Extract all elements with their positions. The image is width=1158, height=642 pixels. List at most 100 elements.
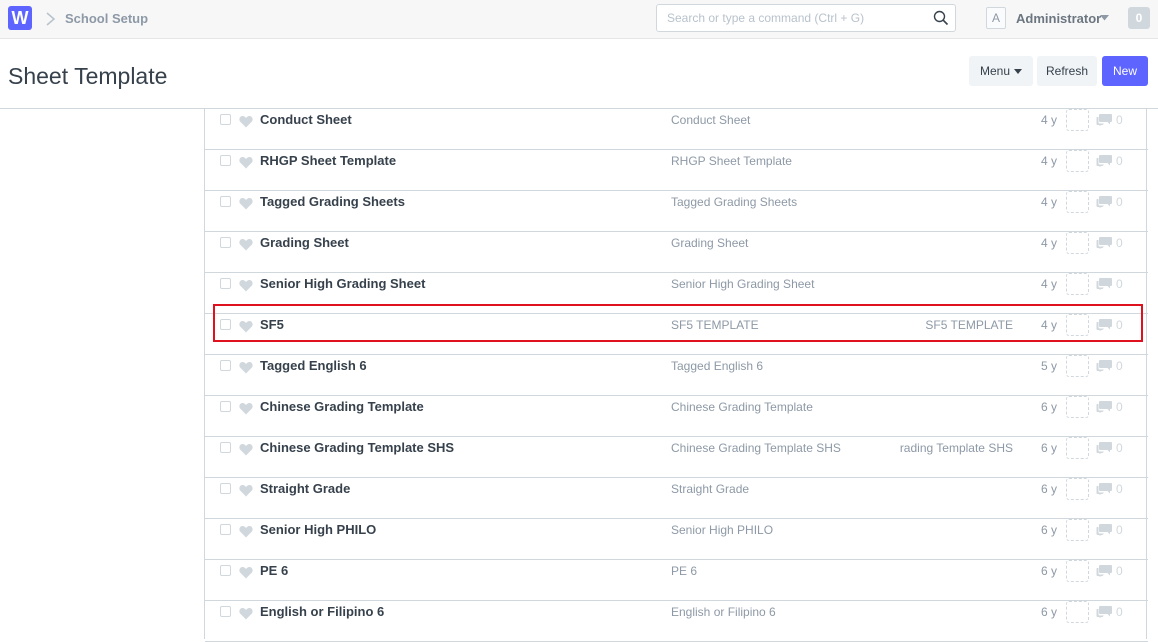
comments-icon [1096,401,1112,413]
heart-icon[interactable] [239,279,253,292]
caret-down-icon[interactable] [1100,15,1109,21]
row-comment-count: 0 [1116,564,1123,578]
heart-icon[interactable] [239,156,253,169]
row-title[interactable]: Grading Sheet [260,235,349,250]
row-assign-avatar[interactable] [1066,355,1089,377]
search-input[interactable] [657,5,927,31]
row-assign-avatar[interactable] [1066,109,1089,131]
user-menu[interactable]: Administrator [1016,11,1101,26]
comments-icon [1096,360,1112,372]
list-row[interactable]: Chinese Grading Template Chinese Grading… [205,396,1148,437]
row-checkbox[interactable] [220,606,231,617]
heart-icon[interactable] [239,484,253,497]
row-title[interactable]: Conduct Sheet [260,112,352,127]
row-assign-avatar[interactable] [1066,478,1089,500]
row-comment-count: 0 [1116,441,1123,455]
row-template-extra: SF5 TEMPLATE [925,318,1013,332]
search-icon[interactable] [933,10,949,26]
row-title[interactable]: Senior High Grading Sheet [260,276,425,291]
row-modified-age: 4 y [1040,113,1057,127]
row-assign-avatar[interactable] [1066,232,1089,254]
comments-icon [1096,606,1112,618]
list-row[interactable]: Chinese Grading Template SHS Chinese Gra… [205,437,1148,478]
list-row[interactable]: Straight Grade Straight Grade 6 y 0 [205,478,1148,519]
comments-icon [1096,565,1112,577]
row-assign-avatar[interactable] [1066,560,1089,582]
row-title[interactable]: PE 6 [260,563,288,578]
list-row[interactable]: Tagged Grading Sheets Tagged Grading She… [205,191,1148,232]
row-assign-avatar[interactable] [1066,601,1089,623]
heart-icon[interactable] [239,443,253,456]
row-comment-count: 0 [1116,400,1123,414]
row-template-name: English or Filipino 6 [671,605,776,619]
row-template-name: Straight Grade [671,482,750,496]
row-checkbox[interactable] [220,237,231,248]
row-modified-age: 6 y [1040,605,1057,619]
row-comment-count: 0 [1116,277,1123,291]
heart-icon[interactable] [239,361,253,374]
list-row[interactable]: PE 6 PE 6 6 y 0 [205,560,1148,601]
row-checkbox[interactable] [220,565,231,576]
row-checkbox[interactable] [220,524,231,535]
new-button[interactable]: New [1102,56,1148,86]
row-checkbox[interactable] [220,155,231,166]
row-assign-avatar[interactable] [1066,191,1089,213]
breadcrumb-school-setup[interactable]: School Setup [65,11,148,26]
list-row[interactable]: Tagged English 6 Tagged English 6 5 y 0 [205,355,1148,396]
row-checkbox[interactable] [220,483,231,494]
comments-icon [1096,442,1112,454]
row-title[interactable]: English or Filipino 6 [260,604,384,619]
list-row[interactable]: Conduct Sheet Conduct Sheet 4 y 0 [205,109,1148,150]
list-row[interactable]: Grading Sheet Grading Sheet 4 y 0 [205,232,1148,273]
row-assign-avatar[interactable] [1066,519,1089,541]
row-title[interactable]: Chinese Grading Template SHS [260,440,454,455]
heart-icon[interactable] [239,238,253,251]
heart-icon[interactable] [239,115,253,128]
row-checkbox[interactable] [220,196,231,207]
row-template-name: Chinese Grading Template [671,400,813,414]
comments-icon [1096,483,1112,495]
list-row[interactable]: English or Filipino 6 English or Filipin… [205,601,1148,642]
row-comment-count: 0 [1116,523,1123,537]
row-title[interactable]: Chinese Grading Template [260,399,424,414]
row-assign-avatar[interactable] [1066,396,1089,418]
row-title[interactable]: SF5 [260,317,284,332]
row-modified-age: 4 y [1040,236,1057,250]
comments-icon [1096,319,1112,331]
list-row[interactable]: RHGP Sheet Template RHGP Sheet Template … [205,150,1148,191]
heart-icon[interactable] [239,566,253,579]
row-modified-age: 6 y [1040,482,1057,496]
notification-badge[interactable]: 0 [1128,7,1150,29]
user-avatar[interactable]: A [986,7,1006,29]
row-title[interactable]: Tagged Grading Sheets [260,194,405,209]
row-checkbox[interactable] [220,401,231,412]
row-checkbox[interactable] [220,278,231,289]
row-checkbox[interactable] [220,442,231,453]
app-logo[interactable]: W [8,6,32,30]
heart-icon[interactable] [239,197,253,210]
list-row[interactable]: SF5 SF5 TEMPLATE SF5 TEMPLATE 4 y 0 [205,314,1148,355]
row-assign-avatar[interactable] [1066,150,1089,172]
comments-icon [1096,237,1112,249]
row-assign-avatar[interactable] [1066,437,1089,459]
row-template-name: Tagged Grading Sheets [671,195,798,209]
row-modified-age: 4 y [1040,277,1057,291]
row-title[interactable]: Tagged English 6 [260,358,367,373]
list-row[interactable]: Senior High Grading Sheet Senior High Gr… [205,273,1148,314]
row-assign-avatar[interactable] [1066,273,1089,295]
row-checkbox[interactable] [220,360,231,371]
row-checkbox[interactable] [220,319,231,330]
menu-button[interactable]: Menu [969,56,1033,86]
heart-icon[interactable] [239,402,253,415]
heart-icon[interactable] [239,320,253,333]
refresh-button[interactable]: Refresh [1037,56,1097,86]
row-checkbox[interactable] [220,114,231,125]
row-assign-avatar[interactable] [1066,314,1089,336]
row-title[interactable]: Straight Grade [260,481,350,496]
row-comment-count: 0 [1116,154,1123,168]
heart-icon[interactable] [239,607,253,620]
row-title[interactable]: RHGP Sheet Template [260,153,396,168]
list-row[interactable]: Senior High PHILO Senior High PHILO 6 y … [205,519,1148,560]
row-title[interactable]: Senior High PHILO [260,522,376,537]
heart-icon[interactable] [239,525,253,538]
